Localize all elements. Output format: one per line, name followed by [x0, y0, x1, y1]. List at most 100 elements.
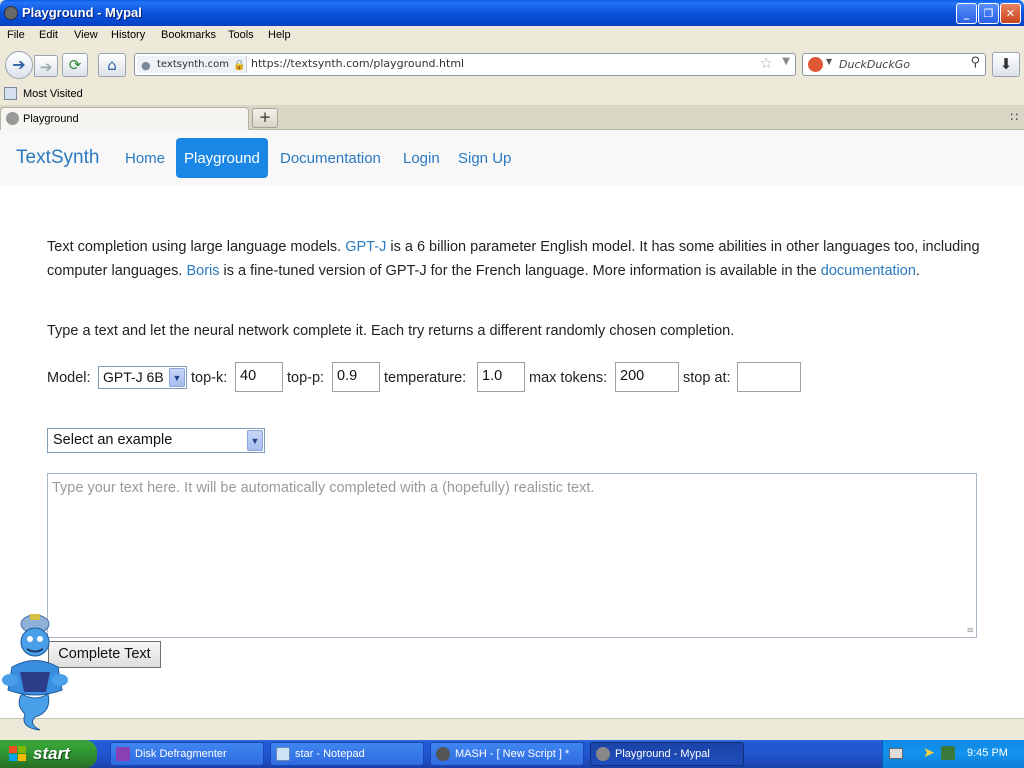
topk-label: top-k: [191, 370, 228, 386]
menu-bar: File Edit View History Bookmarks Tools H… [0, 26, 1024, 46]
minimize-button[interactable]: _ [956, 3, 977, 24]
bookmark-most-visited[interactable]: Most Visited [23, 88, 83, 100]
intro-text-4: . [915, 263, 920, 279]
tray-arrow-icon[interactable]: ➤ [923, 745, 935, 761]
menu-help[interactable]: Help [268, 29, 291, 41]
system-tray: ➤ 9:45 PM [882, 740, 1024, 768]
menu-tools[interactable]: Tools [228, 29, 254, 41]
search-placeholder: DuckDuckGo [839, 58, 910, 71]
stop-at-label: stop at: [683, 370, 731, 386]
tab-strip: Playground + ∷ [0, 105, 1024, 130]
chevron-down-icon[interactable]: ▼ [247, 430, 263, 451]
nav-documentation[interactable]: Documentation [272, 138, 389, 178]
instruction-text: Type a text and let the neural network c… [47, 323, 735, 339]
bookmarks-toolbar: Most Visited [0, 84, 1024, 105]
task-label: MASH - [ New Script ] * [455, 748, 570, 760]
url-dropdown-icon[interactable]: ▼ [782, 56, 790, 67]
search-icon[interactable]: ⚲ [970, 55, 980, 70]
tab-list-grid-icon[interactable]: ∷ [1010, 110, 1018, 124]
site-brand-link[interactable]: TextSynth [16, 147, 99, 169]
keyboard-icon[interactable] [889, 748, 903, 759]
intro-text-1: Text completion using large language mod… [47, 239, 346, 255]
nav-signup[interactable]: Sign Up [450, 138, 519, 178]
task-mash[interactable]: MASH - [ New Script ] * [430, 742, 584, 766]
nav-playground[interactable]: Playground [176, 138, 268, 178]
site-identity-button[interactable]: ● textsynth.com 🔒 [137, 56, 247, 73]
search-engine-dropdown-icon[interactable]: ▼ [826, 57, 832, 66]
menu-history[interactable]: History [111, 29, 145, 41]
most-visited-icon[interactable] [4, 87, 17, 100]
clock[interactable]: 9:45 PM [967, 747, 1008, 759]
example-select-value: Select an example [53, 432, 173, 448]
menu-file[interactable]: File [7, 29, 25, 41]
maximize-button[interactable]: ❐ [978, 3, 999, 24]
max-tokens-input[interactable]: 200 [615, 362, 679, 392]
mypal-app-icon[interactable] [4, 6, 18, 20]
temperature-label: temperature: [384, 370, 467, 386]
address-bar[interactable]: ● textsynth.com 🔒 https://textsynth.com/… [134, 53, 796, 76]
tab-playground[interactable]: Playground [0, 107, 249, 130]
browser-window: Playground - Mypal _ ❐ ✕ File Edit View … [0, 0, 1024, 740]
menu-view[interactable]: View [74, 29, 98, 41]
reload-icon[interactable]: ⟳ [62, 53, 88, 77]
resize-grip-icon[interactable]: ≋ [966, 626, 974, 636]
topp-label: top-p: [287, 370, 325, 386]
task-playground-mypal[interactable]: Playground - Mypal [590, 742, 744, 766]
nav-login[interactable]: Login [395, 138, 448, 178]
forward-arrow-icon[interactable]: ➔ [34, 55, 58, 77]
new-tab-plus-icon[interactable]: + [252, 108, 278, 128]
download-arrow-icon[interactable]: ⬇ [992, 52, 1020, 77]
task-label: star - Notepad [295, 748, 365, 760]
start-button[interactable]: start [0, 740, 97, 768]
menu-bookmarks[interactable]: Bookmarks [161, 29, 216, 41]
globe-icon: ● [141, 59, 151, 72]
stop-at-input[interactable] [737, 362, 801, 392]
close-button[interactable]: ✕ [1000, 3, 1021, 24]
topk-input[interactable]: 40 [235, 362, 283, 392]
page-viewport: TextSynth Home Playground Documentation … [0, 130, 1024, 718]
task-label: Playground - Mypal [615, 748, 710, 760]
textarea-placeholder: Type your text here. It will be automati… [52, 480, 595, 496]
bookmark-star-icon[interactable]: ☆ [760, 54, 773, 72]
duckduckgo-icon[interactable] [808, 57, 823, 72]
genie-assistant-icon[interactable] [0, 612, 70, 732]
search-bar[interactable]: ▼ DuckDuckGo ⚲ [802, 53, 986, 76]
mash-icon [436, 747, 450, 761]
chevron-down-icon[interactable]: ▼ [169, 368, 185, 387]
task-disk-defragmenter[interactable]: Disk Defragmenter [110, 742, 264, 766]
status-bar [0, 718, 1024, 740]
gptj-link[interactable]: GPT-J [345, 239, 386, 255]
model-select[interactable]: GPT-J 6B ▼ [98, 366, 187, 389]
defragmenter-icon [116, 747, 130, 761]
home-icon[interactable]: ⌂ [98, 53, 126, 77]
network-icon[interactable] [941, 746, 955, 760]
favicon-icon [6, 112, 19, 125]
mypal-icon [596, 747, 610, 761]
max-tokens-label: max tokens: [529, 370, 608, 386]
windows-taskbar: start Disk Defragmenter star - Notepad M… [0, 740, 1024, 768]
model-label: Model: [47, 370, 91, 386]
temperature-input[interactable]: 1.0 [477, 362, 525, 392]
intro-paragraph: Text completion using large language mod… [47, 235, 982, 283]
notepad-icon [276, 747, 290, 761]
tab-title: Playground [23, 113, 79, 125]
task-label: Disk Defragmenter [135, 748, 227, 760]
topp-input[interactable]: 0.9 [332, 362, 380, 392]
task-notepad[interactable]: star - Notepad [270, 742, 424, 766]
boris-link[interactable]: Boris [186, 263, 219, 279]
site-navbar: TextSynth Home Playground Documentation … [0, 130, 1024, 186]
example-select[interactable]: Select an example ▼ [47, 428, 265, 453]
back-arrow-icon[interactable]: ➔ [5, 51, 33, 79]
start-label: start [33, 744, 70, 763]
model-select-value: GPT-J 6B [103, 369, 164, 385]
title-bar[interactable]: Playground - Mypal _ ❐ ✕ [0, 0, 1024, 26]
lock-icon: 🔒 [233, 60, 246, 71]
menu-edit[interactable]: Edit [39, 29, 58, 41]
documentation-link[interactable]: documentation [821, 263, 916, 279]
nav-home[interactable]: Home [117, 138, 173, 178]
site-identity-label: textsynth.com [157, 59, 229, 70]
window-title: Playground - Mypal [22, 5, 142, 20]
url-text[interactable]: https://textsynth.com/playground.html [251, 57, 464, 70]
prompt-textarea[interactable]: Type your text here. It will be automati… [47, 473, 977, 638]
windows-logo-icon [9, 746, 27, 762]
